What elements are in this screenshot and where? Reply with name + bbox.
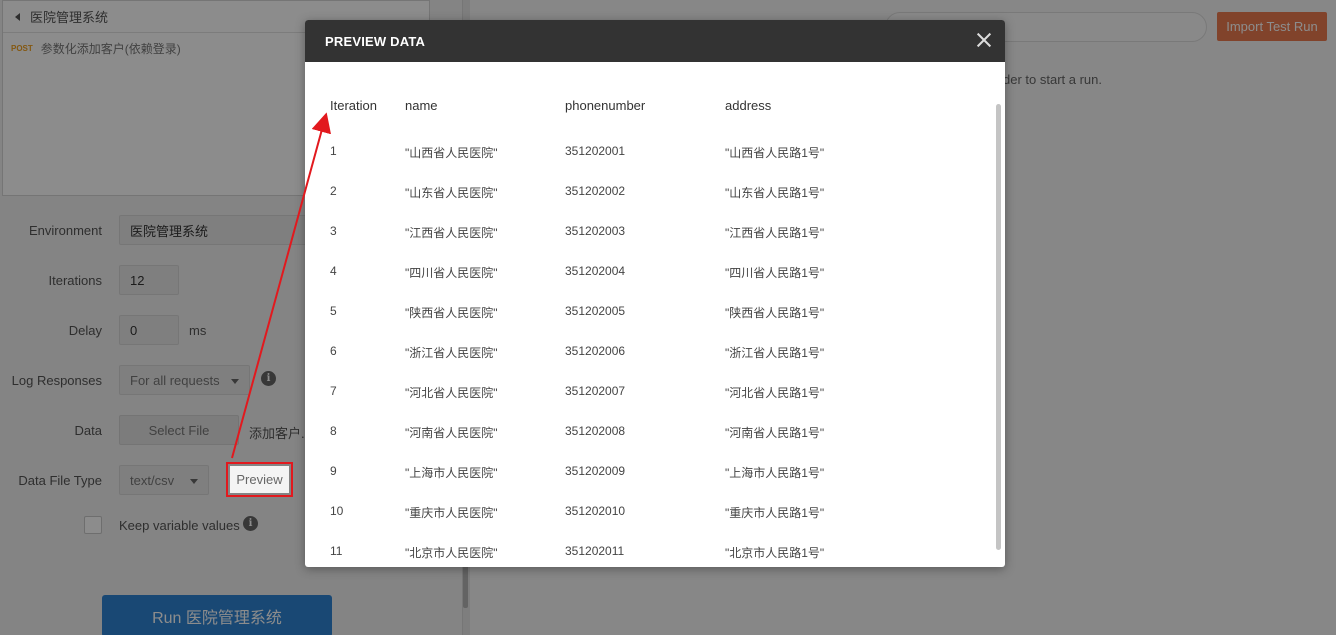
iteration-cell: 9 xyxy=(330,464,337,478)
name-cell: "四川省人民医院" xyxy=(405,266,498,280)
header-iteration: Iteration xyxy=(330,98,377,113)
iteration-cell: 4 xyxy=(330,264,337,278)
preview-table: Iteration name phonenumber address 1 "山西省… xyxy=(305,62,1005,567)
iteration-cell: 11 xyxy=(330,544,343,558)
table-row: 6 "浙江省人民医院" 351202006 "浙江省人民路1号" xyxy=(330,344,980,364)
phonenumber-cell: 351202005 xyxy=(565,304,626,318)
address-cell: "山东省人民路1号" xyxy=(725,186,825,200)
phonenumber-cell: 351202001 xyxy=(565,144,626,158)
address-cell: "浙江省人民路1号" xyxy=(725,346,825,360)
annotation-highlight-box xyxy=(226,462,293,497)
address-cell: "河北省人民路1号" xyxy=(725,386,825,400)
table-row: 9 "上海市人民医院" 351202009 "上海市人民路1号" xyxy=(330,464,980,484)
iteration-cell: 8 xyxy=(330,424,337,438)
name-cell: "北京市人民医院" xyxy=(405,546,498,560)
iteration-cell: 1 xyxy=(330,144,337,158)
name-cell: "河北省人民医院" xyxy=(405,386,498,400)
address-cell: "四川省人民路1号" xyxy=(725,266,825,280)
header-address: address xyxy=(725,98,772,113)
header-phonenumber: phonenumber xyxy=(565,98,646,113)
table-row: 8 "河南省人民医院" 351202008 "河南省人民路1号" xyxy=(330,424,980,444)
table-row: 10 "重庆市人民医院" 351202010 "重庆市人民路1号" xyxy=(330,504,980,524)
name-cell: "山西省人民医院" xyxy=(405,146,498,160)
name-cell: "江西省人民医院" xyxy=(405,226,498,240)
address-cell: "河南省人民路1号" xyxy=(725,426,825,440)
close-icon[interactable] xyxy=(975,30,993,50)
iteration-cell: 7 xyxy=(330,384,337,398)
phonenumber-cell: 351202006 xyxy=(565,344,626,358)
address-cell: "山西省人民路1号" xyxy=(725,146,825,160)
name-cell: "重庆市人民医院" xyxy=(405,506,498,520)
name-cell: "上海市人民医院" xyxy=(405,466,498,480)
table-row: 7 "河北省人民医院" 351202007 "河北省人民路1号" xyxy=(330,384,980,404)
address-cell: "重庆市人民路1号" xyxy=(725,506,825,520)
modal-scrollbar[interactable] xyxy=(996,104,1001,550)
phonenumber-cell: 351202003 xyxy=(565,224,626,238)
phonenumber-cell: 351202011 xyxy=(565,544,625,558)
iteration-cell: 3 xyxy=(330,224,337,238)
phonenumber-cell: 351202002 xyxy=(565,184,626,198)
name-cell: "陕西省人民医院" xyxy=(405,306,498,320)
iteration-cell: 6 xyxy=(330,344,337,358)
table-row: 1 "山西省人民医院" 351202001 "山西省人民路1号" xyxy=(330,144,980,164)
iteration-cell: 2 xyxy=(330,184,337,198)
phonenumber-cell: 351202007 xyxy=(565,384,626,398)
table-row: 5 "陕西省人民医院" 351202005 "陕西省人民路1号" xyxy=(330,304,980,324)
name-cell: "浙江省人民医院" xyxy=(405,346,498,360)
name-cell: "山东省人民医院" xyxy=(405,186,498,200)
table-row: 3 "江西省人民医院" 351202003 "江西省人民路1号" xyxy=(330,224,980,244)
table-row: 4 "四川省人民医院" 351202004 "四川省人民路1号" xyxy=(330,264,980,284)
table-header: Iteration name phonenumber address xyxy=(330,98,980,118)
phonenumber-cell: 351202008 xyxy=(565,424,626,438)
phonenumber-cell: 351202004 xyxy=(565,264,626,278)
name-cell: "河南省人民医院" xyxy=(405,426,498,440)
modal-header: PREVIEW DATA xyxy=(305,20,1005,62)
iteration-cell: 5 xyxy=(330,304,337,318)
phonenumber-cell: 351202010 xyxy=(565,504,626,518)
preview-data-modal: PREVIEW DATA Iteration name phonenumber … xyxy=(305,20,1005,567)
header-name: name xyxy=(405,98,438,113)
address-cell: "陕西省人民路1号" xyxy=(725,306,825,320)
address-cell: "北京市人民路1号" xyxy=(725,546,825,560)
phonenumber-cell: 351202009 xyxy=(565,464,626,478)
address-cell: "江西省人民路1号" xyxy=(725,226,825,240)
table-row: 11 "北京市人民医院" 351202011 "北京市人民路1号" xyxy=(330,544,980,564)
iteration-cell: 10 xyxy=(330,504,344,518)
address-cell: "上海市人民路1号" xyxy=(725,466,825,480)
table-row: 2 "山东省人民医院" 351202002 "山东省人民路1号" xyxy=(330,184,980,204)
modal-title: PREVIEW DATA xyxy=(325,33,426,49)
